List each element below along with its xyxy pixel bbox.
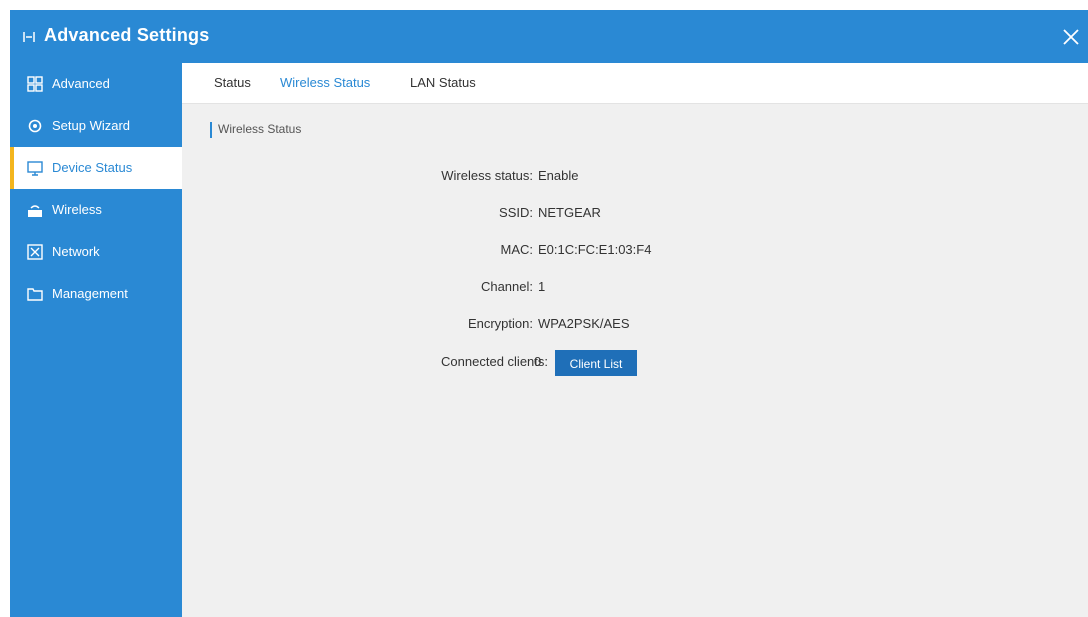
sidebar-item-label: Advanced <box>52 76 110 91</box>
row-label: Connected clients: <box>441 354 548 369</box>
row-value: Enable <box>538 168 579 183</box>
expand-icon <box>23 32 35 42</box>
encryption-row: Encryption: WPA2PSK/AES <box>182 316 1088 336</box>
row-value: 1 <box>538 279 546 294</box>
grid-icon <box>27 76 43 92</box>
sidebar-item-network[interactable]: Network <box>10 231 182 273</box>
row-label: Channel: <box>480 279 533 294</box>
tab-lan-status[interactable]: LAN Status <box>410 75 476 90</box>
sidebar-item-advanced[interactable]: Advanced <box>10 63 182 105</box>
network-icon <box>27 244 43 260</box>
status-row: Wireless status: Enable <box>182 168 1088 188</box>
row-label: MAC: <box>500 242 534 257</box>
tab-status[interactable]: Status <box>214 75 251 90</box>
sidebar-item-label: Device Status <box>52 160 133 175</box>
client-list-button[interactable]: Client List <box>555 350 637 376</box>
row-label: SSID: <box>499 205 533 220</box>
row-value: NETGEAR <box>538 205 601 220</box>
sidebar-item-label: Wireless <box>52 202 102 217</box>
sidebar-item-label: Network <box>52 244 100 259</box>
wifi-icon <box>28 205 42 217</box>
row-value: E0:1C:FC:E1:03:F4 <box>538 242 652 257</box>
window-title: Advanced Settings <box>44 25 210 45</box>
sidebar-item-setup-wizard[interactable]: Setup Wizard <box>10 105 182 147</box>
row-label: Encryption: <box>467 316 533 331</box>
gear-icon <box>28 119 42 133</box>
sidebar-item-management[interactable]: Management <box>10 273 182 315</box>
tab-wireless-status[interactable]: Wireless Status <box>280 75 370 90</box>
row-label: Wireless status: <box>441 168 533 183</box>
sidebar-item-device-status[interactable]: Device Status <box>10 147 182 189</box>
row-value: 0 <box>534 354 542 369</box>
main-content: Wireless Status Wireless status: Enable … <box>182 104 1088 617</box>
sidebar: Advanced Setup Wizard Device Status Wire… <box>10 63 182 617</box>
sidebar-item-wireless[interactable]: Wireless <box>10 189 182 231</box>
monitor-icon <box>27 161 43 176</box>
tab-bar: Status Wireless Status LAN Status <box>182 63 1088 104</box>
sidebar-item-label: Management <box>52 286 128 301</box>
channel-row: Channel: 1 <box>182 279 1088 299</box>
settings-window: Advanced Settings Advanced Setup Wizard <box>10 10 1088 617</box>
row-value: WPA2PSK/AES <box>538 316 630 331</box>
title-bar: Advanced Settings <box>10 10 1088 63</box>
folder-icon <box>27 288 43 301</box>
mac-row: MAC: E0:1C:FC:E1:03:F4 <box>182 242 1088 262</box>
ssid-row: SSID: NETGEAR <box>182 205 1088 225</box>
close-icon[interactable] <box>1060 26 1082 48</box>
sidebar-item-label: Setup Wizard <box>52 118 131 133</box>
section-title: Wireless Status <box>210 122 301 138</box>
